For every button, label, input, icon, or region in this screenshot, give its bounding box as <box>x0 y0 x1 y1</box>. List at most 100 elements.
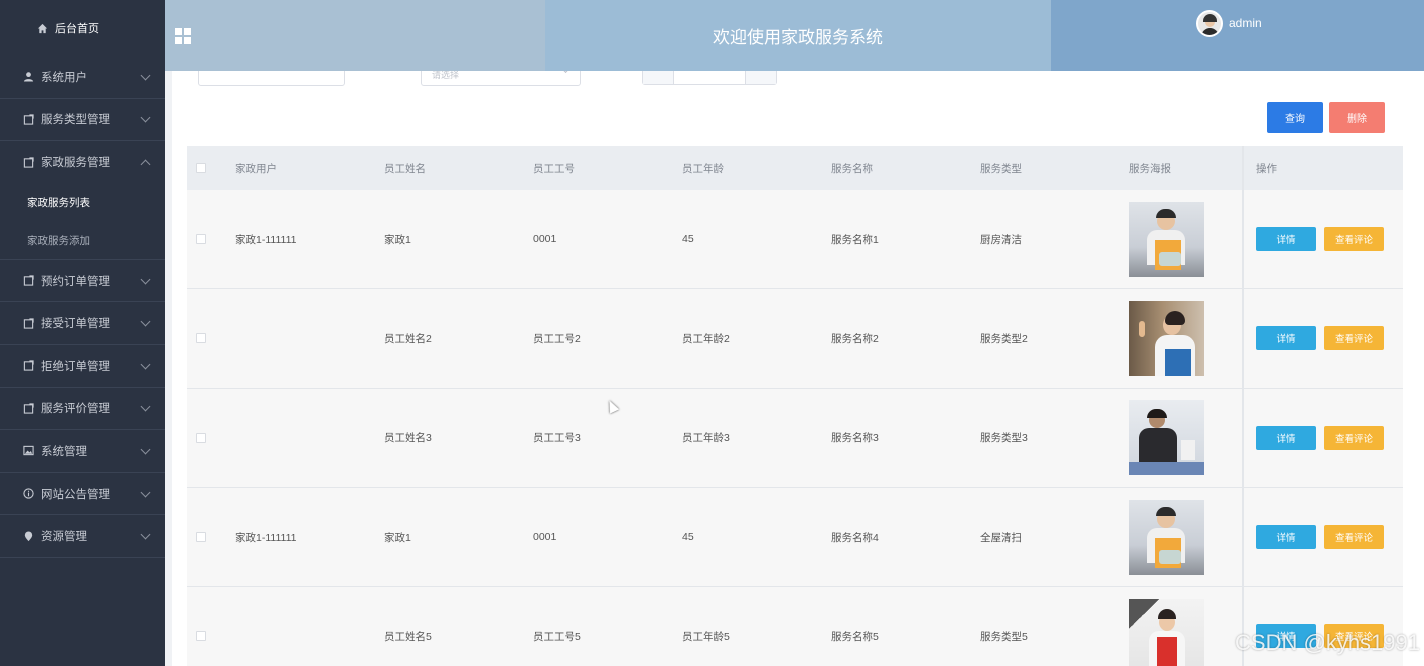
home-icon <box>37 23 48 33</box>
delete-button[interactable]: 删除 <box>1329 102 1385 133</box>
select-all-checkbox[interactable] <box>196 163 206 173</box>
chevron-down-icon <box>140 401 151 412</box>
chevron-down-icon <box>140 529 151 540</box>
chevron-down-icon <box>140 316 151 327</box>
sidebar-item-service-type[interactable]: 服务类型管理 <box>0 99 165 142</box>
row-checkbox[interactable] <box>196 532 206 543</box>
chevron-down-icon <box>140 487 151 497</box>
select-placeholder: 请选择 <box>432 71 460 80</box>
row-checkbox[interactable] <box>196 333 206 344</box>
sidebar-item-resources[interactable]: 资源管理 <box>0 515 165 558</box>
chevron-down-icon <box>140 274 151 285</box>
chevron-down-icon <box>140 359 151 370</box>
cell-name: 员工姓名5 <box>384 630 432 643</box>
folder-icon <box>23 157 34 168</box>
cell-service: 服务名称4 <box>831 531 879 544</box>
sidebar-item-label: 系统用户 <box>41 71 87 84</box>
service-poster-image <box>1129 499 1204 575</box>
sidebar-subitem-service-list[interactable]: 家政服务列表 <box>0 184 165 222</box>
view-reviews-button[interactable]: 查看评论 <box>1324 525 1384 550</box>
stepper-minus-button[interactable] <box>643 71 674 84</box>
cell-id: 0001 <box>533 531 557 544</box>
detail-button[interactable]: 详情 <box>1256 227 1316 252</box>
cell-age: 员工年龄3 <box>682 432 730 445</box>
sidebar-item-system-users[interactable]: 系统用户 <box>0 56 165 99</box>
sidebar-item-rejected-orders[interactable]: 拒绝订单管理 <box>0 345 165 388</box>
folder-icon <box>23 360 34 371</box>
sidebar-item-label: 资源管理 <box>41 531 87 544</box>
folder-icon <box>23 403 34 414</box>
search-input[interactable] <box>198 71 345 86</box>
cell-user: 家政1-111111 <box>235 233 297 246</box>
user-area: admin <box>1051 0 1424 71</box>
view-reviews-button[interactable]: 查看评论 <box>1324 227 1384 252</box>
user-icon <box>23 72 34 82</box>
cell-type: 服务类型5 <box>980 630 1028 643</box>
stepper-plus-button[interactable] <box>745 71 776 84</box>
chevron-down-icon <box>561 71 570 74</box>
query-button[interactable]: 查询 <box>1267 102 1323 133</box>
column-header: 服务类型 <box>980 162 1022 175</box>
folder-icon <box>23 275 34 286</box>
column-header: 服务海报 <box>1129 162 1171 175</box>
column-header: 员工年龄 <box>682 162 724 175</box>
sidebar: 后台首页 系统用户 服务类型管理 家政服务管理 家政服务列表 家政服务添加 预约… <box>0 0 165 666</box>
sidebar-item-booking-orders[interactable]: 预约订单管理 <box>0 260 165 303</box>
row-checkbox[interactable] <box>196 432 206 443</box>
detail-button[interactable]: 详情 <box>1256 525 1316 550</box>
cell-id: 员工工号3 <box>533 432 581 445</box>
sidebar-item-label: 接受订单管理 <box>41 318 110 331</box>
table-row: 员工姓名3 员工工号3 员工年龄3 服务名称3 服务类型3 详情 查看评论 <box>187 388 1403 488</box>
sidebar-item-label: 网站公告管理 <box>41 488 110 501</box>
avatar[interactable] <box>1196 10 1223 37</box>
location-icon <box>24 531 33 541</box>
sidebar-item-label: 预约订单管理 <box>41 275 110 288</box>
sidebar-item-announcements[interactable]: 网站公告管理 <box>0 473 165 516</box>
cell-service: 服务名称3 <box>831 432 879 445</box>
sidebar-home-label: 后台首页 <box>55 23 99 35</box>
column-header: 服务名称 <box>831 162 873 175</box>
sidebar-home[interactable]: 后台首页 <box>0 0 165 56</box>
cell-age: 45 <box>682 531 694 544</box>
row-checkbox[interactable] <box>196 234 206 245</box>
sidebar-item-accepted-orders[interactable]: 接受订单管理 <box>0 302 165 345</box>
chevron-up-icon <box>140 160 151 170</box>
cell-name: 员工姓名3 <box>384 432 432 445</box>
folder-icon <box>23 114 34 125</box>
cell-user: 家政1-111111 <box>235 531 297 544</box>
cell-name: 员工姓名2 <box>384 332 432 345</box>
folder-icon <box>23 318 34 329</box>
cell-age: 员工年龄2 <box>682 332 730 345</box>
cell-service: 服务名称5 <box>831 630 879 643</box>
view-reviews-button[interactable]: 查看评论 <box>1324 425 1384 450</box>
view-reviews-button[interactable]: 查看评论 <box>1324 326 1384 351</box>
watermark: CSDN @kyhs1991 <box>1235 630 1420 655</box>
select-filter[interactable]: 请选择 <box>421 71 581 86</box>
menu-grid-icon[interactable] <box>175 27 191 44</box>
cell-type: 服务类型3 <box>980 432 1028 445</box>
cell-type: 全屋清扫 <box>980 531 1022 544</box>
chevron-down-icon <box>140 112 151 123</box>
sidebar-item-service-reviews[interactable]: 服务评价管理 <box>0 388 165 431</box>
header-left <box>165 0 545 71</box>
sidebar-item-system-management[interactable]: 系统管理 <box>0 430 165 473</box>
column-header: 家政用户 <box>235 162 277 175</box>
sidebar-subitem-service-add[interactable]: 家政服务添加 <box>0 222 165 260</box>
page-title: 欢迎使用家政服务系统 <box>545 0 1051 71</box>
table-header: 家政用户 员工姓名 员工工号 员工年龄 服务名称 服务类型 服务海报 操作 <box>187 146 1403 190</box>
info-icon <box>23 488 34 499</box>
detail-button[interactable]: 详情 <box>1256 326 1316 351</box>
table-row: 员工姓名2 员工工号2 员工年龄2 服务名称2 服务类型2 详情 查看评论 <box>187 289 1403 389</box>
username[interactable]: admin <box>1229 16 1262 30</box>
sidebar-item-housekeeping[interactable]: 家政服务管理 <box>0 141 165 184</box>
cell-id: 员工工号5 <box>533 630 581 643</box>
column-header: 员工工号 <box>533 162 575 175</box>
service-poster-image <box>1129 400 1204 476</box>
cell-name: 家政1 <box>384 531 411 544</box>
row-checkbox[interactable] <box>196 631 206 642</box>
table-row: 家政1-111111 家政1 0001 45 服务名称4 全屋清扫 详情 查看评… <box>187 487 1403 588</box>
cell-id: 0001 <box>533 233 557 246</box>
number-stepper[interactable]: 0 <box>642 71 777 85</box>
stepper-value[interactable]: 0 <box>674 71 745 84</box>
detail-button[interactable]: 详情 <box>1256 425 1316 450</box>
